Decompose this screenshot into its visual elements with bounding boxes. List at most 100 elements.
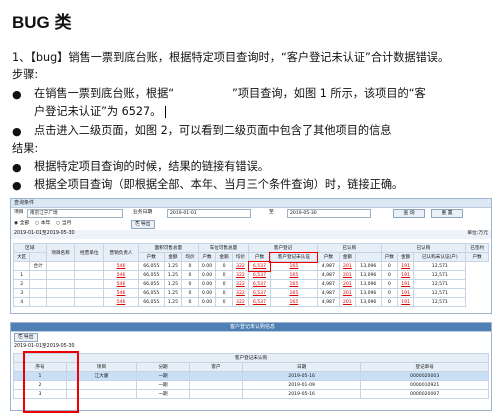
table-row: 合计 546 66,055 1.25 0 0.00 0 322 6,537 165 4,987 201…	[12, 260, 489, 272]
t2-th: 日期	[242, 362, 362, 372]
th-subscribed-2: 已认购	[380, 243, 467, 253]
table-row[interactable]: 1 江大厦 一期 2019-05-16 0000020003	[13, 371, 489, 381]
table-cell[interactable]: 546	[103, 261, 139, 271]
reset-button[interactable]: 重 置	[431, 209, 463, 218]
step-1-part-c: 户登记未认证”为 6527。	[34, 105, 162, 118]
table-cell[interactable]: 322	[231, 279, 250, 289]
table-cell: 12,571	[413, 288, 467, 298]
th-project: 项目名称	[45, 243, 76, 262]
table-cell[interactable]: 6,537	[247, 260, 272, 272]
table-cell[interactable]: 191	[396, 270, 415, 280]
table-cell	[74, 288, 105, 298]
table-cell: 0	[380, 288, 398, 298]
radio-month[interactable]: ○ 当月	[56, 220, 71, 228]
table-cell[interactable]: 322	[231, 261, 250, 271]
radio-year[interactable]: ○ 本年	[35, 220, 50, 228]
table-row[interactable]: 2 一期 2019-01-09 0000010921	[13, 380, 489, 390]
unit-text: 单位:万元	[467, 231, 488, 236]
table-cell[interactable]: 546	[103, 288, 139, 298]
table-cell[interactable]: 6,537	[248, 270, 271, 280]
table-cell	[74, 297, 105, 307]
figure-2-screenshot: 客户登记未认购信息 ⎘ 导出 2019-01-01至2019-05-30 客户登…	[10, 322, 492, 413]
table-cell[interactable]: 6,537	[248, 288, 271, 298]
table-cell	[45, 297, 76, 307]
table-cell: 0	[215, 288, 233, 298]
table-cell[interactable]: 191	[396, 297, 415, 307]
table-cell	[74, 270, 105, 280]
table-cell: 0	[380, 261, 398, 271]
table-row: 4 546 66,055 1.25 0 0.00 0 322 6,537 165 4,987 201 1…	[12, 297, 489, 307]
table-cell[interactable]: 201	[338, 288, 357, 298]
th-unit: 经营单位	[74, 243, 105, 262]
table-cell	[74, 261, 105, 271]
table-cell	[45, 270, 76, 280]
table-cell	[29, 270, 47, 280]
table-cell: 0	[215, 297, 233, 307]
table-cell[interactable]: 191	[396, 279, 415, 289]
highlight-box	[23, 351, 79, 413]
th-owner: 营销负责人	[103, 243, 139, 262]
step-2: 点击进入二级页面，如图 2，可以看到二级页面中包含了其他项目的信息	[34, 124, 392, 137]
table-cell: 一期	[136, 380, 191, 390]
table-cell: 合计	[29, 261, 47, 271]
table-cell[interactable]: 165	[269, 279, 318, 289]
export-button[interactable]: ⎘ 导出	[131, 220, 155, 229]
radio-row: ◉ 全部 ○ 本年 ○ 当月 ⎘ 导出	[11, 220, 491, 229]
project-label: 项目	[14, 210, 24, 215]
popup-title: 客户登记未认购信息	[11, 323, 491, 332]
table-cell: 0.00	[197, 261, 217, 271]
table-cell[interactable]: 546	[103, 297, 139, 307]
range-text: 2019-01-01至2019-05-30	[14, 231, 75, 236]
table-cell[interactable]: 322	[231, 270, 250, 280]
radio-all[interactable]: ◉ 全部	[14, 220, 29, 228]
popup-export-button[interactable]: ⎘ 导出	[14, 333, 38, 342]
th-sub: 户数	[380, 252, 398, 262]
table-cell: 4,987	[316, 288, 340, 298]
table-cell[interactable]: 546	[103, 279, 139, 289]
table-cell[interactable]: 191	[396, 261, 415, 271]
table-cell: 2	[12, 279, 31, 289]
table-cell[interactable]: 6,537	[248, 297, 271, 307]
query-button[interactable]: 查 询	[393, 209, 425, 218]
table-cell: 66,055	[137, 288, 165, 298]
table-cell[interactable]: 201	[338, 270, 357, 280]
table-cell[interactable]: 546	[103, 270, 139, 280]
table-cell: 4,987	[316, 270, 340, 280]
table-cell	[12, 261, 31, 271]
th-sub: 均价	[181, 252, 199, 262]
th-sub: 户数	[197, 252, 217, 262]
table-cell[interactable]: 165	[269, 261, 318, 271]
project-select[interactable]: 南京江宁广场	[27, 209, 123, 218]
table-cell[interactable]: 322	[231, 297, 250, 307]
table-cell[interactable]: 201	[338, 297, 357, 307]
query-row: 项目 南京江宁广场 业务日期 2019-01-01 至 2019-05-30 查…	[11, 209, 491, 219]
th-sub-dq: 大区	[12, 252, 31, 262]
bullet-2: ●	[12, 125, 22, 138]
table-cell	[29, 297, 47, 307]
table-cell: 66,055	[137, 270, 165, 280]
table-cell[interactable]: 201	[338, 279, 357, 289]
th-sub: 户数	[316, 252, 340, 262]
table-cell: 13,096	[355, 288, 382, 298]
table-cell[interactable]: 165	[269, 288, 318, 298]
table-row[interactable]: 3 一期 2019-05-16 0000020007	[13, 389, 489, 399]
date-from-input[interactable]: 2019-01-01	[167, 209, 251, 218]
table-cell: 0.00	[197, 270, 217, 280]
table-cell: 0	[215, 261, 233, 271]
table-cell[interactable]: 322	[231, 288, 250, 298]
t2-th: 登记单号	[360, 362, 489, 372]
date-to-input[interactable]: 2019-05-30	[287, 209, 371, 218]
table-cell[interactable]: 191	[396, 288, 415, 298]
table-cell: 0000010921	[360, 380, 489, 390]
steps-label: 步骤:	[12, 68, 39, 81]
table-cell: 3	[12, 288, 31, 298]
table-cell[interactable]: 165	[269, 270, 318, 280]
table-cell[interactable]: 201	[338, 261, 357, 271]
table-cell[interactable]: 6,537	[248, 279, 271, 289]
step-1-cont: 户登记未认证”为 6527。	[34, 104, 167, 120]
table-cell: 4,987	[316, 279, 340, 289]
bullet-4: ●	[12, 179, 22, 192]
table-cell: 1.25	[163, 279, 183, 289]
table-cell[interactable]: 165	[269, 297, 318, 307]
th-signed: 已签约	[465, 243, 489, 253]
